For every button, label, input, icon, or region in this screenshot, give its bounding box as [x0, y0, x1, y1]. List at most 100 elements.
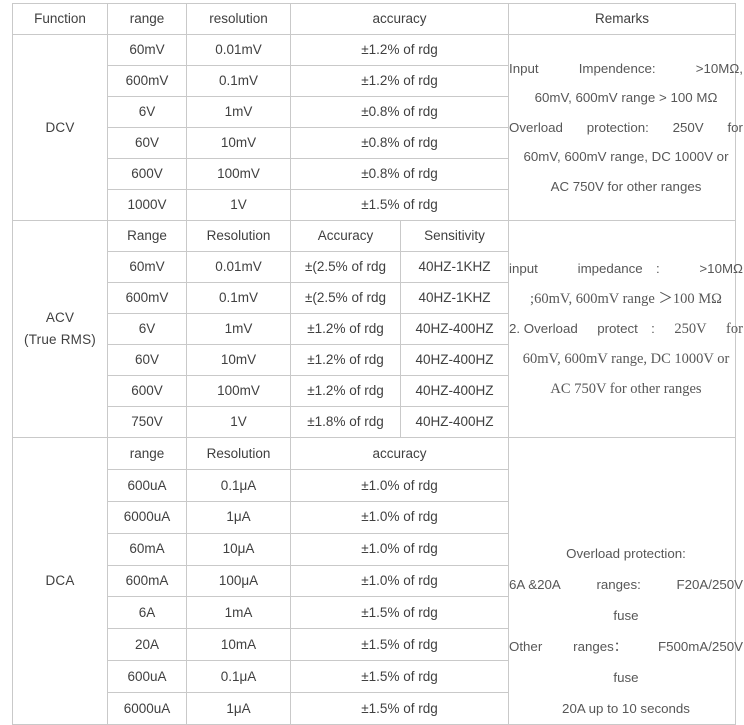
cell-sensitivity[interactable]: 40HZ-1KHZ — [400, 282, 509, 314]
cell-range[interactable]: 60mA — [107, 532, 187, 566]
cell-range[interactable]: 60mV — [107, 34, 187, 66]
cell-range[interactable]: 60V — [107, 127, 187, 159]
cell-resolution[interactable]: 10μA — [186, 532, 291, 566]
subheader-resolution[interactable]: Resolution — [186, 437, 291, 470]
cell-accuracy[interactable]: ±1.2% of rdg — [290, 65, 509, 97]
cell-range[interactable]: 6A — [107, 596, 187, 630]
cell-range[interactable]: 60mV — [107, 251, 187, 283]
remarks-line: AC 750V for other ranges — [550, 178, 702, 194]
cell-accuracy[interactable]: ±(2.5% of rdg — [290, 251, 401, 283]
cell-accuracy[interactable]: ±1.8% of rdg — [290, 406, 401, 438]
function-cell-acv[interactable]: ACV (True RMS) — [12, 220, 108, 438]
remarks-line: AC 750V for other ranges — [550, 381, 702, 397]
cell-sensitivity[interactable]: 40HZ-400HZ — [400, 375, 509, 407]
cell-accuracy[interactable]: ±1.2% of rdg — [290, 344, 401, 376]
function-cell-dcv[interactable]: DCV — [12, 34, 108, 221]
cell-range[interactable]: 750V — [107, 406, 187, 438]
cell-resolution[interactable]: 0.1μA — [186, 468, 291, 502]
remarks-text: impedance : — [577, 261, 660, 276]
cell-sensitivity[interactable]: 40HZ-400HZ — [400, 406, 509, 438]
cell-range[interactable]: 1000V — [107, 189, 187, 221]
remarks-text: for — [726, 321, 743, 337]
subheader-range[interactable]: Range — [107, 220, 187, 252]
cell-resolution[interactable]: 10mV — [186, 127, 291, 159]
cell-resolution[interactable]: 0.01mV — [186, 251, 291, 283]
cell-range[interactable]: 60V — [107, 344, 187, 376]
cell-range[interactable]: 600mV — [107, 282, 187, 314]
subheader-accuracy[interactable]: Accuracy — [290, 220, 401, 252]
cell-accuracy[interactable]: ±1.0% of rdg — [290, 500, 509, 534]
cell-accuracy[interactable]: ±1.5% of rdg — [290, 692, 509, 725]
header-accuracy-cell[interactable]: accuracy — [290, 3, 509, 35]
cell-accuracy[interactable]: ±0.8% of rdg — [290, 96, 509, 128]
cell-resolution[interactable]: 1mA — [186, 596, 291, 630]
cell-range[interactable]: 600mA — [107, 564, 187, 598]
function-cell-dca[interactable]: DCA — [12, 437, 108, 725]
cell-resolution[interactable]: 0.1mV — [186, 65, 291, 97]
remarks-line: 20A up to 10 seconds — [562, 701, 690, 716]
cell-resolution[interactable]: 100mV — [186, 158, 291, 190]
remarks-text: F500mA/250V — [657, 639, 743, 654]
cell-accuracy[interactable]: ±1.5% of rdg — [290, 189, 509, 221]
cell-sensitivity[interactable]: 40HZ-400HZ — [400, 313, 509, 345]
cell-accuracy[interactable]: ±0.8% of rdg — [290, 127, 509, 159]
cell-range[interactable]: 6V — [107, 313, 187, 345]
cell-sensitivity[interactable]: 40HZ-1KHZ — [400, 251, 509, 283]
remarks-text: ranges： — [573, 639, 628, 654]
cell-resolution[interactable]: 0.01mV — [186, 34, 291, 66]
cell-range[interactable]: 6000uA — [107, 692, 187, 725]
cell-resolution[interactable]: 10mA — [186, 628, 291, 662]
cell-accuracy[interactable]: ±1.5% of rdg — [290, 628, 509, 662]
cell-range[interactable]: 600uA — [107, 468, 187, 502]
cell-range[interactable]: 20A — [107, 628, 187, 662]
cell-resolution[interactable]: 0.1μA — [186, 660, 291, 693]
cell-resolution[interactable]: 1μA — [186, 500, 291, 534]
cell-sensitivity[interactable]: 40HZ-400HZ — [400, 344, 509, 376]
cell-resolution[interactable]: 1mV — [186, 96, 291, 128]
cell-range[interactable]: 6000uA — [107, 500, 187, 534]
cell-resolution[interactable]: 1μA — [186, 692, 291, 725]
subheader-accuracy[interactable]: accuracy — [290, 437, 509, 470]
function-label-acv: ACV — [45, 310, 75, 326]
cell-resolution[interactable]: 1V — [186, 406, 291, 438]
cell-range[interactable]: 6V — [107, 96, 187, 128]
remarks-text: 250V — [674, 321, 707, 337]
cell-range[interactable]: 600mV — [107, 65, 187, 97]
cell-range[interactable]: 600V — [107, 375, 187, 407]
cell-accuracy[interactable]: ±1.0% of rdg — [290, 468, 509, 502]
cell-accuracy[interactable]: ±1.2% of rdg — [290, 34, 509, 66]
cell-accuracy[interactable]: ±1.0% of rdg — [290, 532, 509, 566]
remarks-text: Input — [509, 60, 539, 76]
cell-resolution[interactable]: 1mV — [186, 313, 291, 345]
remarks-text: input — [509, 261, 538, 276]
cell-range[interactable]: 600uA — [107, 660, 187, 693]
cell-accuracy[interactable]: ±1.0% of rdg — [290, 564, 509, 598]
header-function-cell[interactable]: Function — [12, 3, 108, 35]
remarks-line: fuse — [613, 608, 639, 623]
remarks-cell-dca[interactable]: Overload protection: 6A &20A ranges: F20… — [508, 437, 743, 725]
remarks-text: Impendence: — [578, 60, 656, 76]
subheader-range[interactable]: range — [107, 437, 187, 470]
header-range-cell[interactable]: range — [107, 3, 187, 35]
cell-accuracy[interactable]: ±(2.5% of rdg — [290, 282, 401, 314]
cell-resolution[interactable]: 10mV — [186, 344, 291, 376]
cell-accuracy[interactable]: ±1.2% of rdg — [290, 313, 401, 345]
header-remarks-cell[interactable]: Remarks — [508, 3, 736, 35]
remarks-line: ;60mV, 600mV range ＞100 MΩ — [530, 291, 722, 307]
remarks-cell-acv[interactable]: input impedance : >10MΩ ;60mV, 600mV ran… — [508, 220, 743, 438]
header-resolution-cell[interactable]: resolution — [186, 3, 291, 35]
function-label-dcv: DCV — [45, 119, 75, 135]
subheader-sensitivity[interactable]: Sensitivity — [400, 220, 509, 252]
subheader-resolution[interactable]: Resolution — [186, 220, 291, 252]
cell-resolution[interactable]: 100mV — [186, 375, 291, 407]
cell-accuracy[interactable]: ±1.5% of rdg — [290, 660, 509, 693]
cell-resolution[interactable]: 1V — [186, 189, 291, 221]
cell-resolution[interactable]: 0.1mV — [186, 282, 291, 314]
cell-accuracy[interactable]: ±1.2% of rdg — [290, 375, 401, 407]
cell-accuracy[interactable]: ±1.5% of rdg — [290, 596, 509, 630]
remarks-text: 2. Overload — [509, 321, 578, 336]
cell-range[interactable]: 600V — [107, 158, 187, 190]
cell-resolution[interactable]: 100μA — [186, 564, 291, 598]
cell-accuracy[interactable]: ±0.8% of rdg — [290, 158, 509, 190]
remarks-cell-dcv[interactable]: Input Impendence: >10MΩ, 60mV, 600mV ran… — [508, 34, 743, 221]
